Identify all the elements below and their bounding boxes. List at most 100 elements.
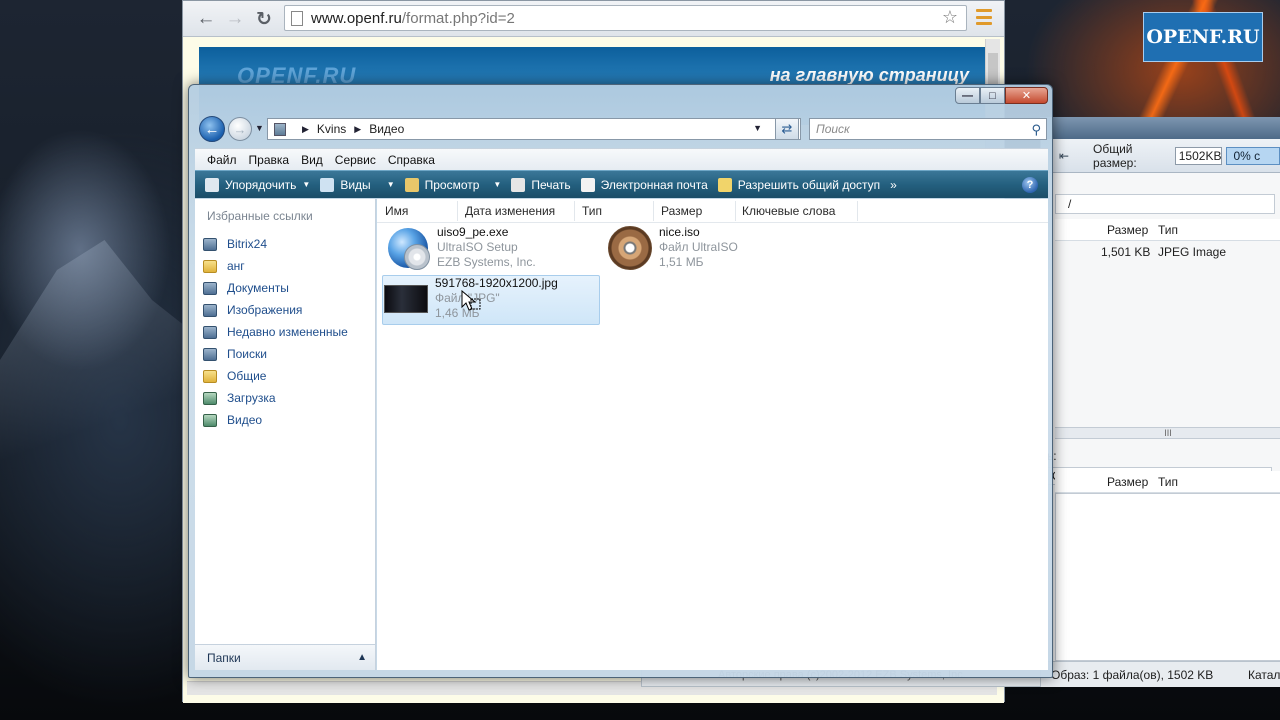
- close-icon[interactable]: ✕: [1005, 87, 1048, 104]
- col-size[interactable]: Размер: [1107, 219, 1148, 241]
- menu-edit[interactable]: Правка: [249, 153, 290, 167]
- folder-icon: [203, 369, 217, 383]
- col-size-local[interactable]: Размер: [1107, 471, 1148, 493]
- url-host: www.openf.ru: [311, 9, 402, 27]
- share-button[interactable]: Разрешить общий доступ: [717, 171, 881, 199]
- col-type-local[interactable]: Тип: [1158, 471, 1178, 493]
- sidebar-item-documents[interactable]: Документы: [203, 279, 289, 297]
- file-size: 1,51 МБ: [659, 255, 704, 269]
- sidebar-item-pictures[interactable]: Изображения: [203, 301, 302, 319]
- iso-path-field[interactable]: /: [1055, 194, 1275, 214]
- sidebar-item-downloads[interactable]: Загрузка: [203, 389, 276, 407]
- email-label: Электронная почта: [600, 177, 708, 192]
- navigation-pane: Избранные ссылки Bitrix24 анг Документы …: [195, 199, 376, 670]
- views-icon: [320, 177, 335, 192]
- pane-splitter[interactable]: III: [1055, 427, 1280, 439]
- maximize-icon[interactable]: □: [980, 87, 1005, 104]
- minimize-icon[interactable]: —: [955, 87, 980, 104]
- column-date-modified[interactable]: Дата изменения: [465, 204, 555, 218]
- sidebar-item-searches[interactable]: Поиски: [203, 345, 267, 363]
- print-label: Печать: [531, 177, 571, 192]
- sidebar-item-videos[interactable]: Видео: [203, 411, 262, 429]
- organize-label: Упорядочить: [225, 177, 297, 192]
- jpg-thumbnail: [383, 276, 429, 322]
- column-size[interactable]: Размер: [661, 204, 702, 218]
- status-image: Образ: 1 файла(ов), 1502 KB: [1051, 668, 1214, 682]
- chevron-down-icon: ▼: [493, 180, 502, 189]
- folder-icon: [203, 259, 217, 273]
- preview-button[interactable]: Просмотр ▼: [404, 171, 502, 199]
- breadcrumb-video[interactable]: Видео: [369, 122, 404, 136]
- search-placeholder: Поиск: [816, 122, 850, 136]
- recent-icon: [203, 325, 217, 339]
- sidebar-item-recent[interactable]: Недавно измененные: [203, 323, 348, 341]
- menu-help[interactable]: Справка: [388, 153, 435, 167]
- ultraiso-size-bar: ⇤ Общий размер: 1502KB 0% с: [1041, 139, 1280, 173]
- breadcrumb-chevron-icon[interactable]: ▶: [354, 124, 361, 135]
- back-arrow-icon[interactable]: ←: [195, 8, 217, 30]
- views-label: Виды: [340, 177, 371, 192]
- folders-toggle[interactable]: Папки ▲: [195, 644, 375, 670]
- preview-icon: [404, 177, 419, 192]
- help-icon[interactable]: ?: [1022, 177, 1038, 193]
- sidebar-item-label: Документы: [227, 281, 289, 295]
- menu-view[interactable]: Вид: [301, 153, 323, 167]
- breadcrumb-chevron-icon[interactable]: ▶: [302, 124, 309, 135]
- home-link[interactable]: на главную страницу: [770, 65, 969, 86]
- sidebar-item-label: Bitrix24: [227, 237, 268, 251]
- col-type[interactable]: Тип: [1158, 219, 1178, 241]
- menu-tools[interactable]: Сервис: [335, 153, 376, 167]
- local-file-list[interactable]: [1055, 493, 1280, 661]
- local-path-row: ь: C:\Users\Kvins\Documents\My ISO Files: [1047, 446, 1280, 485]
- chevron-down-icon: ▼: [386, 180, 395, 189]
- organize-button[interactable]: Упорядочить ▼: [205, 171, 310, 199]
- forward-button-icon[interactable]: →: [228, 117, 252, 141]
- address-dropdown-icon[interactable]: ▼: [753, 123, 762, 133]
- column-type[interactable]: Тип: [582, 204, 602, 218]
- url-path: /format.php?id=2: [401, 9, 515, 27]
- file-item-591768-jpg[interactable]: 591768-1920x1200.jpg Файл "JPG" 1,46 МБ: [382, 275, 600, 325]
- computer-icon: [203, 237, 217, 251]
- file-list-pane[interactable]: Имя Дата изменения Тип Размер Ключевые с…: [377, 199, 1048, 670]
- sidebar-item-bitrix24[interactable]: Bitrix24: [203, 235, 267, 253]
- column-headers: Имя Дата изменения Тип Размер Ключевые с…: [377, 199, 1048, 223]
- more-commands-button[interactable]: »: [890, 171, 897, 199]
- browser-menu-icon[interactable]: [976, 9, 992, 25]
- bookmark-star-icon[interactable]: ☆: [942, 7, 958, 28]
- views-button[interactable]: Виды ▼: [320, 171, 395, 199]
- back-button-icon[interactable]: ←: [199, 116, 225, 142]
- pictures-icon: [203, 303, 217, 317]
- file-item-nice-iso[interactable]: nice.iso Файл UltraISO 1,51 МБ: [607, 225, 738, 273]
- email-button[interactable]: Электронная почта: [580, 171, 708, 199]
- ultraiso-window[interactable]: ⇤ Общий размер: 1502KB 0% с / Размер Тип…: [1040, 117, 1280, 687]
- sidebar-item-ang[interactable]: анг: [203, 257, 245, 275]
- search-icon[interactable]: ⚲: [1031, 120, 1041, 140]
- menu-file[interactable]: Файл: [207, 153, 237, 167]
- iso-file-row[interactable]: 1,501 KB JPEG Image: [1055, 242, 1280, 262]
- address-bar[interactable]: ▶ Kvins ▶ Видео ▼: [267, 118, 801, 140]
- reload-icon[interactable]: ↻: [253, 8, 275, 30]
- share-label: Разрешить общий доступ: [737, 177, 881, 192]
- print-button[interactable]: Печать: [511, 171, 571, 199]
- organize-icon: [205, 177, 219, 192]
- iso-list-header: Размер Тип: [1055, 219, 1280, 241]
- wallpaper-mountain: [0, 240, 190, 540]
- history-dropdown-icon[interactable]: ▼: [255, 123, 264, 133]
- column-keywords[interactable]: Ключевые слова: [742, 204, 835, 218]
- explorer-window[interactable]: — □ ✕ ← → ▼ ▶ Kvins ▶ Видео ▼ ⇄ Поиск ⚲ …: [188, 84, 1053, 678]
- page-icon: [291, 10, 303, 26]
- address-row: ← → ▼ ▶ Kvins ▶ Видео ▼ ⇄ Поиск ⚲: [197, 114, 1047, 144]
- search-input[interactable]: Поиск ⚲: [809, 118, 1047, 140]
- command-bar: Упорядочить ▼ Виды ▼ Просмотр ▼ Печать Э…: [195, 170, 1048, 198]
- documents-icon: [203, 281, 217, 295]
- sidebar-item-label: Загрузка: [227, 391, 276, 405]
- breadcrumb-kvins[interactable]: Kvins: [317, 122, 346, 136]
- sidebar-item-public[interactable]: Общие: [203, 367, 266, 385]
- arrow-icon[interactable]: ⇤: [1059, 149, 1073, 163]
- column-name[interactable]: Имя: [385, 204, 408, 218]
- url-field[interactable]: www.openf.ru/format.php?id=2 ☆: [284, 5, 967, 31]
- refresh-icon[interactable]: ⇄: [775, 118, 799, 140]
- sidebar-item-label: Поиски: [227, 347, 267, 361]
- file-item-uiso9-pe-exe[interactable]: uiso9_pe.exe UltraISO Setup EZB Systems,…: [385, 225, 536, 273]
- forward-arrow-icon[interactable]: →: [224, 8, 246, 30]
